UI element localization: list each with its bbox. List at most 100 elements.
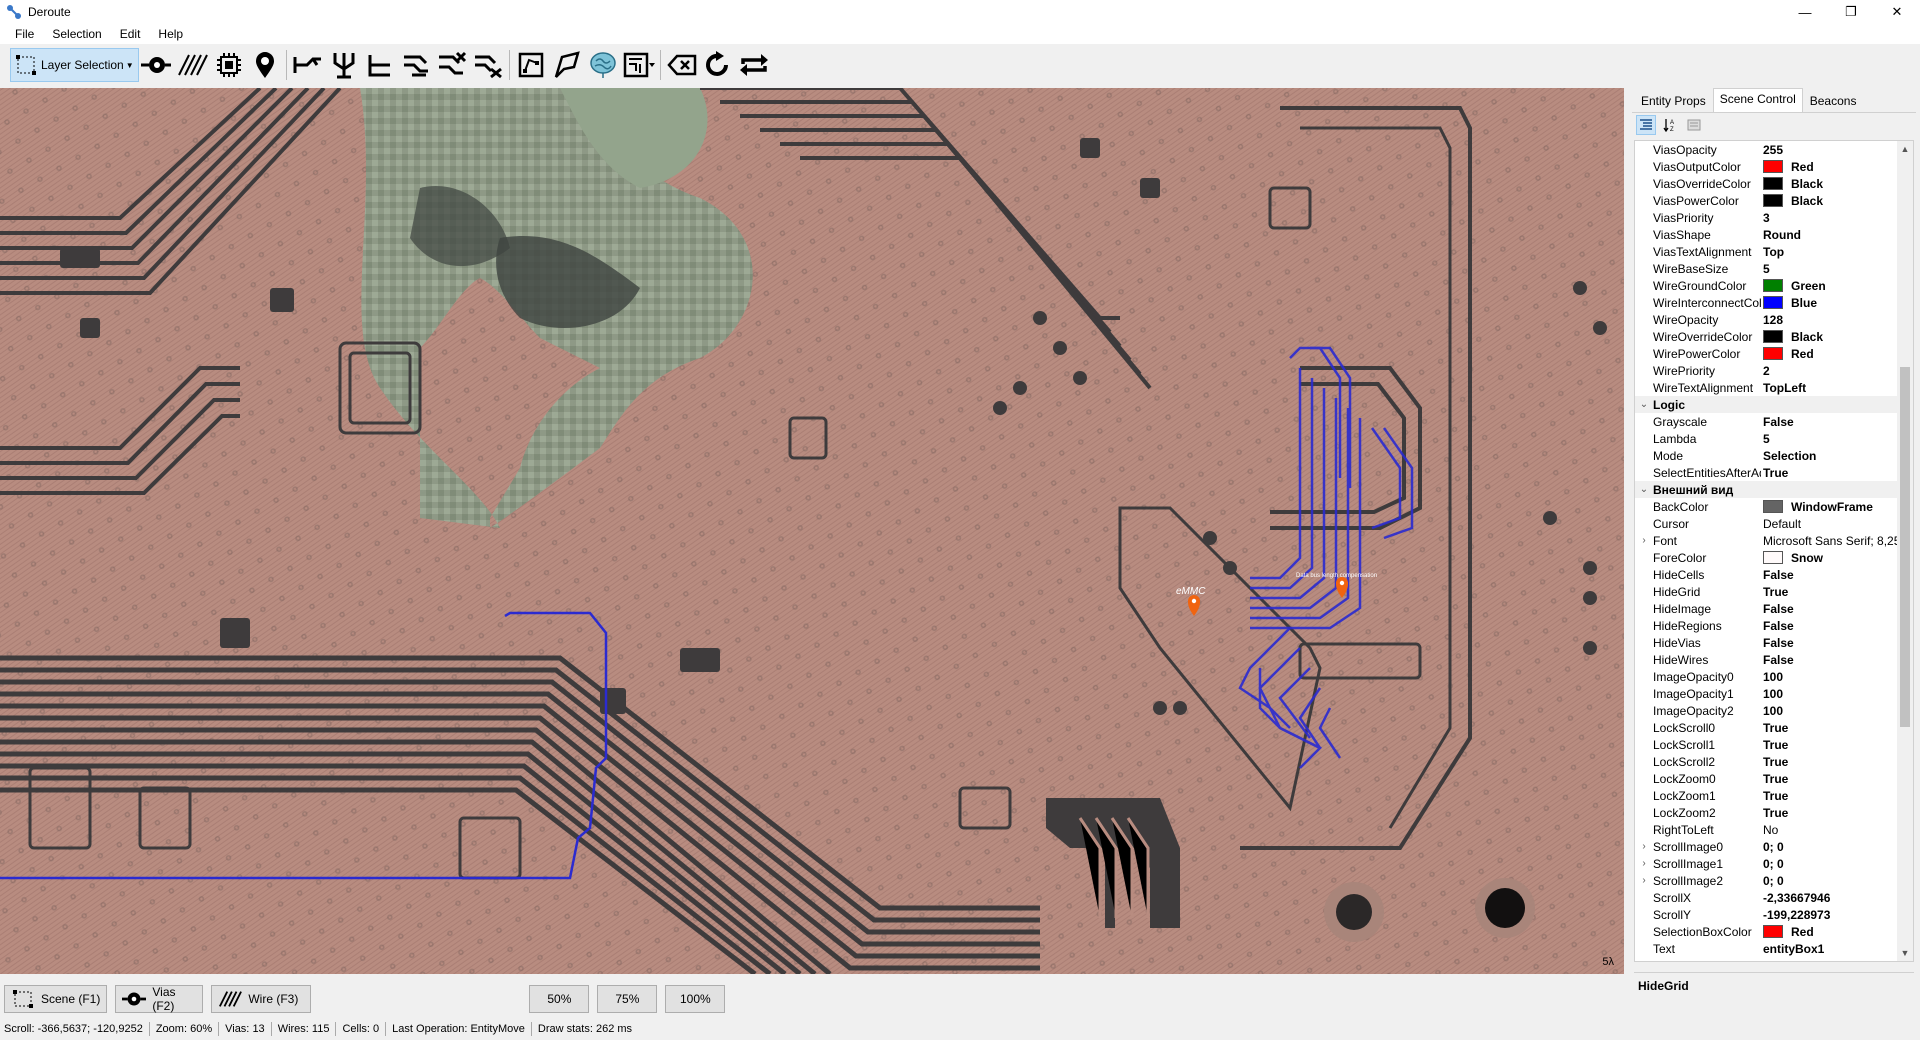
wire-mode-button[interactable]: Wire (F3) <box>211 985 312 1013</box>
via-tool-button[interactable] <box>139 47 175 83</box>
property-row[interactable]: WireGroundColor Green <box>1635 277 1913 294</box>
property-row[interactable]: ViasPriority 3 <box>1635 209 1913 226</box>
menu-help[interactable]: Help <box>149 27 192 41</box>
property-row[interactable]: HideVias False <box>1635 634 1913 651</box>
property-row[interactable]: Mode Selection <box>1635 447 1913 464</box>
property-value[interactable]: Black <box>1761 177 1913 191</box>
polygon-button[interactable] <box>549 47 585 83</box>
scroll-thumb[interactable] <box>1900 367 1910 727</box>
property-value[interactable]: False <box>1761 568 1913 582</box>
chip-map-button[interactable] <box>621 47 657 83</box>
beacon-button[interactable] <box>247 47 283 83</box>
property-row[interactable]: BackColor WindowFrame <box>1635 498 1913 515</box>
vias-mode-button[interactable]: Vias (F2) <box>115 985 204 1013</box>
property-value[interactable]: Blue <box>1761 296 1913 310</box>
property-row[interactable]: HideRegions False <box>1635 617 1913 634</box>
route-combine-button[interactable] <box>398 47 434 83</box>
scene-canvas[interactable]: eMMC Data bus length compensation 5λ <box>0 88 1624 974</box>
property-value[interactable]: False <box>1761 959 1913 962</box>
expand-icon[interactable]: › <box>1635 841 1653 852</box>
property-value[interactable]: Black <box>1761 330 1913 344</box>
property-row[interactable]: ViasTextAlignment Top <box>1635 243 1913 260</box>
property-row[interactable]: Text entityBox1 <box>1635 940 1913 957</box>
property-value[interactable]: 100 <box>1761 704 1913 718</box>
property-row[interactable]: RightToLeft No <box>1635 821 1913 838</box>
property-value[interactable]: 0; 0 <box>1761 857 1913 871</box>
property-value[interactable]: 5 <box>1761 432 1913 446</box>
swap-button[interactable] <box>736 47 772 83</box>
property-value[interactable]: No <box>1761 823 1913 837</box>
property-row[interactable]: SelectionBoxColor Red <box>1635 923 1913 940</box>
property-value[interactable]: Top <box>1761 245 1913 259</box>
property-row[interactable]: ImageOpacity2 100 <box>1635 702 1913 719</box>
property-row[interactable]: LockZoom2 True <box>1635 804 1913 821</box>
property-value[interactable]: -199,228973 <box>1761 908 1913 922</box>
property-value[interactable]: 100 <box>1761 670 1913 684</box>
property-value[interactable]: WindowFrame <box>1761 500 1913 514</box>
property-grid-scrollbar[interactable]: ▲ ▼ <box>1897 141 1913 961</box>
property-row[interactable]: › ScrollImage2 0; 0 <box>1635 872 1913 889</box>
property-value[interactable]: Microsoft Sans Serif; 8,25pt <box>1761 534 1913 548</box>
property-value[interactable]: Red <box>1761 160 1913 174</box>
zoom-50-button[interactable]: 50% <box>529 985 590 1013</box>
route-tree-button[interactable] <box>326 47 362 83</box>
property-value[interactable]: Round <box>1761 228 1913 242</box>
region-button[interactable] <box>513 47 549 83</box>
property-row[interactable]: Grayscale False <box>1635 413 1913 430</box>
property-row[interactable]: HideGrid True <box>1635 583 1913 600</box>
property-value[interactable]: 255 <box>1761 143 1913 157</box>
property-value[interactable]: False <box>1761 602 1913 616</box>
property-row[interactable]: WireOpacity 128 <box>1635 311 1913 328</box>
property-row[interactable]: ForeColor Snow <box>1635 549 1913 566</box>
property-row[interactable]: › Font Microsoft Sans Serif; 8,25pt <box>1635 532 1913 549</box>
property-value[interactable]: True <box>1761 466 1913 480</box>
zoom-100-button[interactable]: 100% <box>665 985 726 1013</box>
property-row[interactable]: HideImage False <box>1635 600 1913 617</box>
property-value[interactable]: Default <box>1761 517 1913 531</box>
property-value[interactable]: TopLeft <box>1761 381 1913 395</box>
scroll-down-icon[interactable]: ▼ <box>1897 945 1913 961</box>
property-value[interactable]: True <box>1761 721 1913 735</box>
wire-tool-button[interactable] <box>175 47 211 83</box>
property-value[interactable]: 2 <box>1761 364 1913 378</box>
property-value[interactable]: 0; 0 <box>1761 840 1913 854</box>
maximize-button[interactable]: ❐ <box>1828 0 1874 24</box>
property-row[interactable]: › ScrollImage1 0; 0 <box>1635 855 1913 872</box>
minimize-button[interactable]: — <box>1782 0 1828 24</box>
property-value[interactable]: Selection <box>1761 449 1913 463</box>
property-row[interactable]: WireTextAlignment TopLeft <box>1635 379 1913 396</box>
property-row[interactable]: Cursor Default <box>1635 515 1913 532</box>
property-row[interactable]: WirePriority 2 <box>1635 362 1913 379</box>
property-value[interactable]: 100 <box>1761 687 1913 701</box>
route-single-button[interactable] <box>290 47 326 83</box>
rotate-button[interactable] <box>700 47 736 83</box>
expand-icon[interactable]: › <box>1635 858 1653 869</box>
property-row[interactable]: WireBaseSize 5 <box>1635 260 1913 277</box>
tab-entity-props[interactable]: Entity Props <box>1634 90 1713 112</box>
property-row[interactable]: WirePowerColor Red <box>1635 345 1913 362</box>
property-value[interactable]: False <box>1761 415 1913 429</box>
tab-scene-control[interactable]: Scene Control <box>1712 88 1803 112</box>
property-value[interactable]: True <box>1761 772 1913 786</box>
property-value[interactable]: True <box>1761 738 1913 752</box>
property-value[interactable]: 0; 0 <box>1761 874 1913 888</box>
property-row[interactable]: ScrollY -199,228973 <box>1635 906 1913 923</box>
property-value[interactable]: 5 <box>1761 262 1913 276</box>
property-value[interactable]: Red <box>1761 925 1913 939</box>
property-value[interactable]: -2,33667946 <box>1761 891 1913 905</box>
zoom-75-button[interactable]: 75% <box>597 985 658 1013</box>
property-row[interactable]: ViasOutputColor Red <box>1635 158 1913 175</box>
property-row[interactable]: WireInterconnectColor Blue <box>1635 294 1913 311</box>
property-value[interactable]: 128 <box>1761 313 1913 327</box>
property-row[interactable]: WireOverrideColor Black <box>1635 328 1913 345</box>
menu-edit[interactable]: Edit <box>111 27 150 41</box>
property-row[interactable]: LockScroll2 True <box>1635 753 1913 770</box>
property-value[interactable]: Red <box>1761 347 1913 361</box>
neural-button[interactable] <box>585 47 621 83</box>
property-value[interactable]: True <box>1761 585 1913 599</box>
property-row[interactable]: ImageOpacity1 100 <box>1635 685 1913 702</box>
property-value[interactable]: Snow <box>1761 551 1913 565</box>
property-row[interactable]: LockZoom1 True <box>1635 787 1913 804</box>
close-button[interactable]: ✕ <box>1874 0 1920 24</box>
property-row[interactable]: ScrollX -2,33667946 <box>1635 889 1913 906</box>
